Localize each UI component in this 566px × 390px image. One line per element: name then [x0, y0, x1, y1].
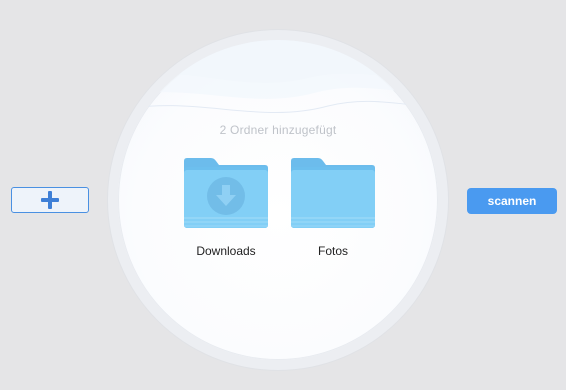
downloads-folder-label: Downloads — [196, 244, 256, 258]
wave-decoration — [118, 40, 438, 114]
add-folder-button[interactable] — [11, 187, 89, 213]
folders-added-status: 2 Ordner hinzugefügt — [219, 123, 337, 137]
downloads-folder[interactable] — [181, 157, 271, 229]
drop-zone[interactable]: 2 Ordner hinzugefügt Downloads Fotos — [118, 40, 438, 360]
plus-icon — [41, 191, 59, 209]
fotos-folder[interactable] — [288, 157, 378, 229]
folder-icon — [291, 158, 375, 228]
folder-download-icon — [184, 158, 268, 228]
app-window: 2 Ordner hinzugefügt Downloads Fotos sca… — [0, 0, 566, 390]
scan-button[interactable]: scannen — [467, 188, 557, 214]
fotos-folder-label: Fotos — [317, 244, 348, 258]
